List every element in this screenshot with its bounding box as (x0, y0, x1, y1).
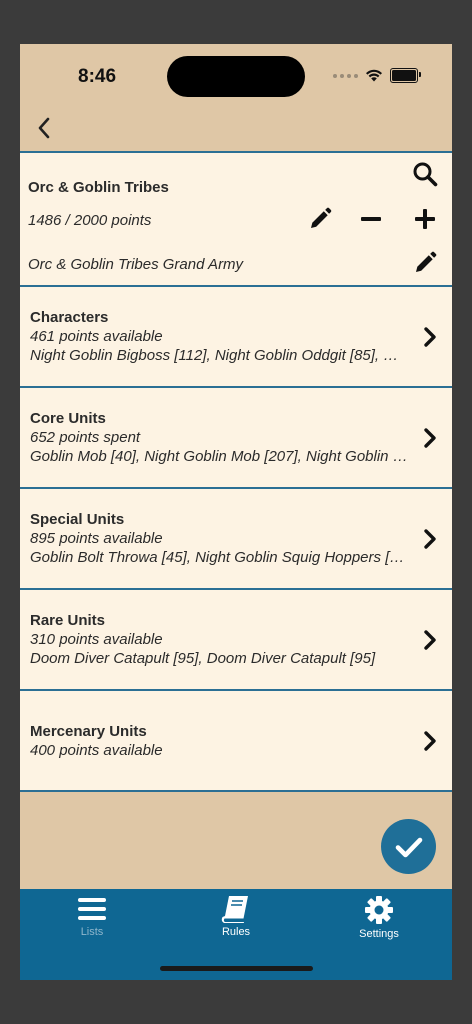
book-icon (221, 896, 248, 923)
chevron-right-icon (420, 729, 440, 753)
section-units: Night Goblin Bigboss [112], Night Goblin… (30, 347, 408, 364)
list-divider (20, 790, 452, 792)
tab-label: Lists (80, 926, 104, 938)
section-row-characters[interactable]: Characters 461 points available Night Go… (20, 285, 452, 386)
status-bar: 8:46 (20, 44, 452, 108)
chevron-left-icon (38, 117, 50, 139)
pencil-icon (416, 251, 437, 272)
plus-icon (415, 209, 435, 229)
tab-label: Rules (221, 926, 251, 938)
army-points: 1486 / 2000 points (28, 212, 152, 229)
confirm-button[interactable] (381, 819, 436, 874)
wifi-icon (366, 69, 382, 82)
chevron-right-icon (420, 628, 440, 652)
chevron-right-icon (420, 325, 440, 349)
army-list: Orc & Goblin Tribes 1486 / 2000 points O… (20, 151, 452, 792)
army-name: Orc & Goblin Tribes (28, 179, 169, 196)
home-indicator (160, 966, 313, 971)
increase-points-button[interactable] (410, 204, 440, 234)
section-points: 400 points available (30, 742, 163, 759)
gear-icon (365, 896, 393, 924)
dynamic-island (167, 56, 305, 97)
battery-icon (390, 68, 421, 83)
section-row-rare-units[interactable]: Rare Units 310 points available Doom Div… (20, 588, 452, 689)
tab-settings[interactable]: Settings (319, 895, 439, 945)
search-icon (413, 162, 438, 187)
section-units: Goblin Bolt Throwa [45], Night Goblin Sq… (30, 549, 408, 566)
section-title: Characters (30, 309, 109, 326)
edit-points-button[interactable] (305, 204, 335, 234)
app-screen: 8:46 Orc & Goblin Tribes 1486 / 2000 poi… (20, 44, 452, 980)
section-row-mercenary-units[interactable]: Mercenary Units 400 points available (20, 689, 452, 790)
tab-label: Settings (359, 928, 399, 940)
section-points: 652 points spent (30, 429, 141, 446)
chevron-right-icon (420, 426, 440, 450)
pencil-icon (311, 207, 332, 228)
edit-name-button[interactable] (410, 248, 440, 278)
back-button[interactable] (28, 112, 60, 144)
checkmark-icon (395, 837, 422, 857)
army-header-card: Orc & Goblin Tribes 1486 / 2000 points O… (20, 151, 452, 285)
section-row-core-units[interactable]: Core Units 652 points spent Goblin Mob [… (20, 386, 452, 487)
section-units: Doom Diver Catapult [95], Doom Diver Cat… (30, 650, 376, 667)
tab-lists[interactable]: Lists (32, 895, 152, 945)
tab-rules[interactable]: Rules (176, 895, 296, 945)
section-title: Special Units (30, 511, 125, 528)
list-icon (78, 898, 106, 920)
tab-bar: Lists Rules Settings (20, 889, 452, 980)
section-points: 461 points available (30, 328, 163, 345)
section-points: 310 points available (30, 631, 163, 648)
section-title: Mercenary Units (30, 723, 147, 740)
cellular-signal-icon (333, 73, 358, 78)
status-icons (333, 68, 421, 83)
army-subtitle: Orc & Goblin Tribes Grand Army (28, 256, 244, 273)
section-units: Goblin Mob [40], Night Goblin Mob [207],… (30, 448, 408, 465)
decrease-points-button[interactable] (356, 204, 386, 234)
section-title: Core Units (30, 410, 106, 427)
search-button[interactable] (410, 159, 440, 189)
section-title: Rare Units (30, 612, 106, 629)
status-time: 8:46 (78, 66, 117, 87)
section-row-special-units[interactable]: Special Units 895 points available Gobli… (20, 487, 452, 588)
chevron-right-icon (420, 527, 440, 551)
minus-icon (361, 217, 381, 221)
section-points: 895 points available (30, 530, 163, 547)
